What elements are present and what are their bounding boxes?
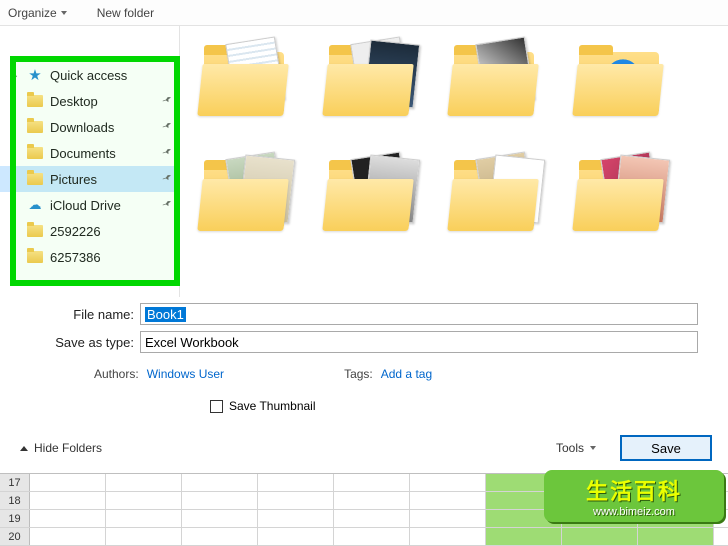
folder-thumbnail[interactable] (323, 159, 418, 234)
folder-thumbnail[interactable] (448, 159, 543, 234)
nav-item-downloads[interactable]: Downloads (0, 114, 179, 140)
tags-value[interactable]: Add a tag (381, 367, 432, 381)
save-type-label: Save as type: (30, 335, 140, 350)
pin-icon (161, 120, 175, 134)
watermark-title: 生活百科 (586, 474, 682, 506)
save-button[interactable]: Save (620, 435, 712, 461)
folder-icon (26, 118, 44, 136)
organize-label: Organize (8, 6, 57, 20)
folder-thumbnail[interactable] (448, 44, 543, 119)
save-thumbnail-label: Save Thumbnail (229, 399, 316, 413)
cloud-icon: ☁ (26, 196, 44, 214)
chevron-up-icon (20, 446, 28, 451)
sheet-row[interactable]: 20 (0, 528, 728, 546)
nav-item-label: Desktop (50, 94, 98, 109)
folder-icon (26, 248, 44, 266)
folder-thumbnail[interactable] (573, 44, 668, 119)
hide-folders-label: Hide Folders (34, 441, 102, 455)
nav-item-label: iCloud Drive (50, 198, 121, 213)
tags-label: Tags: (344, 367, 373, 381)
caret-down-icon (61, 11, 67, 15)
nav-root-label: Quick access (50, 68, 127, 83)
new-folder-label: New folder (97, 6, 154, 20)
row-header[interactable]: 19 (0, 510, 30, 527)
nav-quick-access[interactable]: ⌄ ★ Quick access (0, 62, 179, 88)
save-as-dialog: Organize New folder ⌄ ★ Quick access Des… (0, 0, 728, 546)
nav-item-label: 2592226 (50, 224, 101, 239)
nav-item-documents[interactable]: Documents (0, 140, 179, 166)
organize-menu[interactable]: Organize (8, 6, 67, 20)
folder-icon (26, 170, 44, 188)
nav-item-label: 6257386 (50, 250, 101, 265)
star-icon: ★ (26, 66, 44, 84)
tools-menu[interactable]: Tools (556, 441, 596, 455)
pin-icon (161, 146, 175, 160)
file-name-value: Book1 (145, 307, 186, 322)
folder-icon (26, 144, 44, 162)
watermark-url: www.bimeiz.com (593, 506, 675, 518)
save-button-label: Save (651, 441, 681, 456)
nav-item-pictures[interactable]: Pictures (0, 166, 179, 192)
nav-item-label: Documents (50, 146, 116, 161)
expand-icon[interactable]: ⌄ (10, 70, 20, 81)
pin-icon (161, 172, 175, 186)
save-type-value: Excel Workbook (145, 335, 239, 350)
save-type-dropdown[interactable]: Excel Workbook (140, 331, 698, 353)
row-header[interactable]: 18 (0, 492, 30, 509)
folder-thumbnail[interactable] (198, 159, 293, 234)
pin-icon (161, 198, 175, 212)
save-form: File name: Book1 Save as type: Excel Wor… (0, 297, 728, 427)
folder-content[interactable] (180, 26, 728, 297)
folder-icon (26, 92, 44, 110)
nav-item-folder-b[interactable]: 6257386 (0, 244, 179, 270)
dialog-toolbar: Organize New folder (0, 0, 728, 26)
dialog-button-row: Hide Folders Tools Save (0, 427, 728, 473)
checkbox-icon[interactable] (210, 400, 223, 413)
caret-down-icon (590, 446, 596, 450)
new-folder-button[interactable]: New folder (97, 6, 154, 20)
nav-item-desktop[interactable]: Desktop (0, 88, 179, 114)
nav-item-label: Downloads (50, 120, 114, 135)
file-name-label: File name: (30, 307, 140, 322)
tools-label: Tools (556, 441, 584, 455)
authors-value[interactable]: Windows User (147, 367, 224, 381)
file-name-input[interactable]: Book1 (140, 303, 698, 325)
hide-folders-toggle[interactable]: Hide Folders (16, 441, 102, 455)
main-area: ⌄ ★ Quick access Desktop Downloads (0, 26, 728, 297)
folder-thumbnail[interactable] (198, 44, 293, 119)
row-header[interactable]: 20 (0, 528, 30, 545)
navigation-pane: ⌄ ★ Quick access Desktop Downloads (0, 26, 180, 297)
folder-thumbnail[interactable] (573, 159, 668, 234)
folder-thumbnail[interactable] (323, 44, 418, 119)
nav-item-folder-a[interactable]: 2592226 (0, 218, 179, 244)
nav-item-iclouddrive[interactable]: ☁ iCloud Drive (0, 192, 179, 218)
pin-icon (161, 94, 175, 108)
nav-item-label: Pictures (50, 172, 97, 187)
watermark-badge: 生活百科 www.bimeiz.com (544, 470, 724, 522)
row-header[interactable]: 17 (0, 474, 30, 491)
authors-label: Authors: (94, 367, 139, 381)
folder-icon (26, 222, 44, 240)
save-thumbnail-option[interactable]: Save Thumbnail (210, 399, 698, 413)
